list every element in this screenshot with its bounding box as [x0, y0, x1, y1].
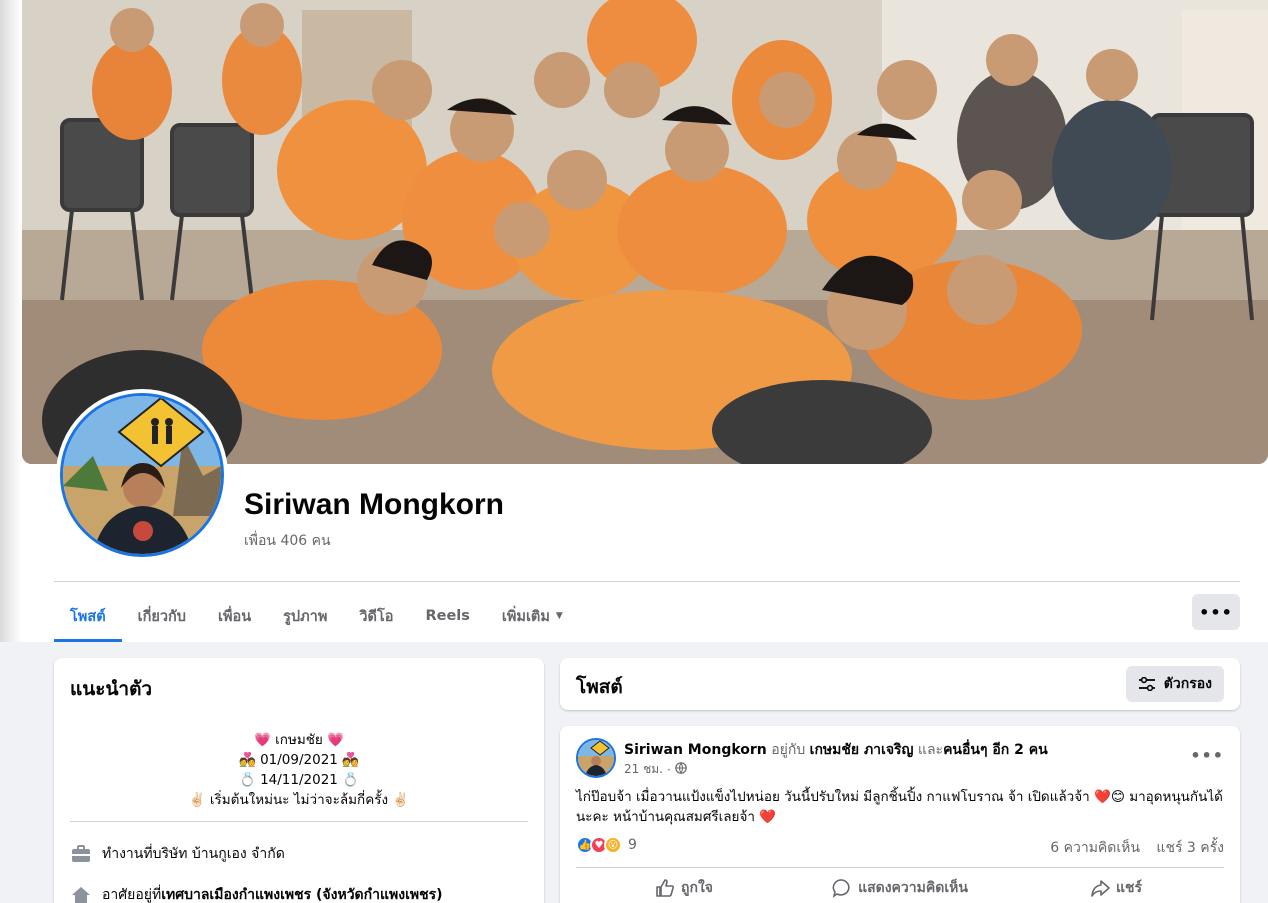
tab-more-label: เพิ่มเติม	[501, 608, 550, 625]
tab-about-label: เกี่ยวกับ	[137, 608, 186, 625]
post-timestamp[interactable]: 21 ชม.	[624, 760, 663, 779]
posts-header-card: โพสต์ ตัวกรอง	[560, 658, 1240, 710]
intro-card: แนะนำตัว 💗 เกษมชัย 💗 💑 01/09/2021 💑 💍 14…	[54, 658, 544, 903]
cover-photo[interactable]	[22, 0, 1268, 464]
tab-photos[interactable]: รูปภาพ	[267, 590, 343, 642]
post-meta: 21 ชม. ·	[624, 760, 687, 779]
profile-header: Siriwan Mongkorn เพื่อน 406 คน โพสต์ เกี…	[0, 0, 1268, 642]
post-author-avatar-image	[578, 740, 614, 776]
profile-name: Siriwan Mongkorn	[244, 488, 505, 521]
share-button[interactable]: แชร์	[1008, 872, 1224, 903]
briefcase-icon	[70, 843, 92, 865]
reaction-count: 9	[628, 837, 637, 853]
bio-line: 💗 เกษมชัย 💗	[254, 732, 344, 748]
lives-prefix: อาศัยอยู่ที่	[102, 887, 162, 903]
thumbs-up-icon	[656, 879, 674, 897]
left-edge-shade	[0, 0, 22, 642]
comment-icon	[832, 879, 850, 898]
reaction-summary[interactable]: 👍 ♥ 😮 9	[576, 836, 637, 854]
meta-separator: ·	[666, 762, 671, 777]
posts-title: โพสต์	[576, 676, 623, 698]
post-header: Siriwan Mongkorn อยู่กับ เกษมชัย ภาเจริญ…	[624, 739, 1048, 761]
post-tagged-others[interactable]: คนอื่นๆ อีก 2 คน	[943, 742, 1048, 758]
like-label: ถูกใจ	[681, 880, 713, 896]
post-tagged-person[interactable]: เกษมชัย ภาเจริญ	[810, 742, 914, 758]
tab-friends-label: เพื่อน	[217, 608, 252, 625]
profile-tabs: โพสต์ เกี่ยวกับ เพื่อน รูปภาพ วิดีโอ Ree…	[54, 590, 579, 642]
work-prefix: ทำงานที่	[102, 846, 153, 862]
globe-icon[interactable]	[674, 762, 687, 777]
comment-count[interactable]: 6 ความคิดเห็น	[1050, 840, 1140, 856]
wow-reaction-icon: 😮	[604, 836, 622, 854]
filter-button[interactable]: ตัวกรอง	[1125, 666, 1224, 702]
share-icon	[1091, 880, 1110, 897]
intro-work-row: ทำงานที่ บริษัท บ้านกูเอง จำกัด	[70, 843, 285, 865]
bio-line: 💍 14/11/2021 💍	[238, 772, 359, 788]
tab-photos-label: รูปภาพ	[283, 608, 328, 625]
work-value[interactable]: บริษัท บ้านกูเอง จำกัด	[153, 843, 285, 865]
tab-posts[interactable]: โพสต์	[54, 590, 122, 642]
post-with-text: อยู่กับ	[766, 742, 810, 758]
post-author-avatar[interactable]	[576, 738, 616, 778]
bio-line: 💑 01/09/2021 💑	[238, 752, 359, 768]
share-label: แชร์	[1115, 880, 1143, 896]
profile-avatar[interactable]	[56, 389, 228, 561]
share-count[interactable]: แชร์ 3 ครั้ง	[1156, 840, 1224, 856]
header-divider	[54, 581, 1240, 582]
comment-label: แสดงความคิดเห็น	[858, 880, 968, 896]
filter-icon	[1138, 677, 1155, 691]
intro-lives-row: อาศัยอยู่ที่ เทศบาลเมืองกำแพงเพชร (จังหว…	[70, 884, 443, 903]
post-stats: 6 ความคิดเห็น แชร์ 3 ครั้ง	[1038, 837, 1224, 859]
caret-down-icon: ▼	[555, 611, 563, 621]
more-options-button[interactable]: •••	[1192, 594, 1240, 630]
tab-posts-label: โพสต์	[70, 608, 106, 625]
cover-photo-illustration	[22, 0, 1268, 464]
filter-label: ตัวกรอง	[1163, 676, 1212, 692]
bio-line: ✌🏻 เริ่มต้นใหม่นะ ไม่ว่าจะล้มกี่ครั้ง ✌🏻	[188, 792, 410, 808]
friend-count[interactable]: เพื่อน 406 คน	[244, 530, 331, 552]
home-icon	[70, 884, 92, 903]
tab-videos-label: วิดีโอ	[359, 608, 394, 625]
post-actions: ถูกใจ แสดงความคิดเห็น แชร์	[576, 872, 1224, 903]
lives-value[interactable]: เทศบาลเมืองกำแพงเพชร (จังหวัดกำแพงเพชร)	[161, 884, 442, 903]
intro-title: แนะนำตัว	[70, 678, 153, 700]
tab-about[interactable]: เกี่ยวกับ	[122, 590, 202, 642]
intro-divider	[70, 821, 528, 822]
tab-reels[interactable]: Reels	[409, 590, 485, 642]
intro-bio: 💗 เกษมชัย 💗 💑 01/09/2021 💑 💍 14/11/2021 …	[70, 730, 528, 810]
tab-friends[interactable]: เพื่อน	[202, 590, 267, 642]
post-options-button[interactable]: •••	[1190, 746, 1224, 765]
profile-avatar-image	[63, 396, 221, 554]
tab-reels-label: Reels	[425, 608, 470, 624]
like-button[interactable]: ถูกใจ	[576, 872, 792, 903]
comment-button[interactable]: แสดงความคิดเห็น	[792, 872, 1008, 903]
post-body: ไก่ป๊อบจ้า เมื่อวานแป้งแข็งไปหน่อย วันนี…	[576, 789, 1223, 825]
post-card: Siriwan Mongkorn อยู่กับ เกษมชัย ภาเจริญ…	[560, 726, 1240, 903]
post-and-text: และ	[913, 742, 944, 758]
tab-more[interactable]: เพิ่มเติม ▼	[486, 590, 579, 642]
post-divider	[576, 867, 1224, 868]
tab-videos[interactable]: วิดีโอ	[343, 590, 409, 642]
post-author-name[interactable]: Siriwan Mongkorn	[624, 742, 767, 758]
